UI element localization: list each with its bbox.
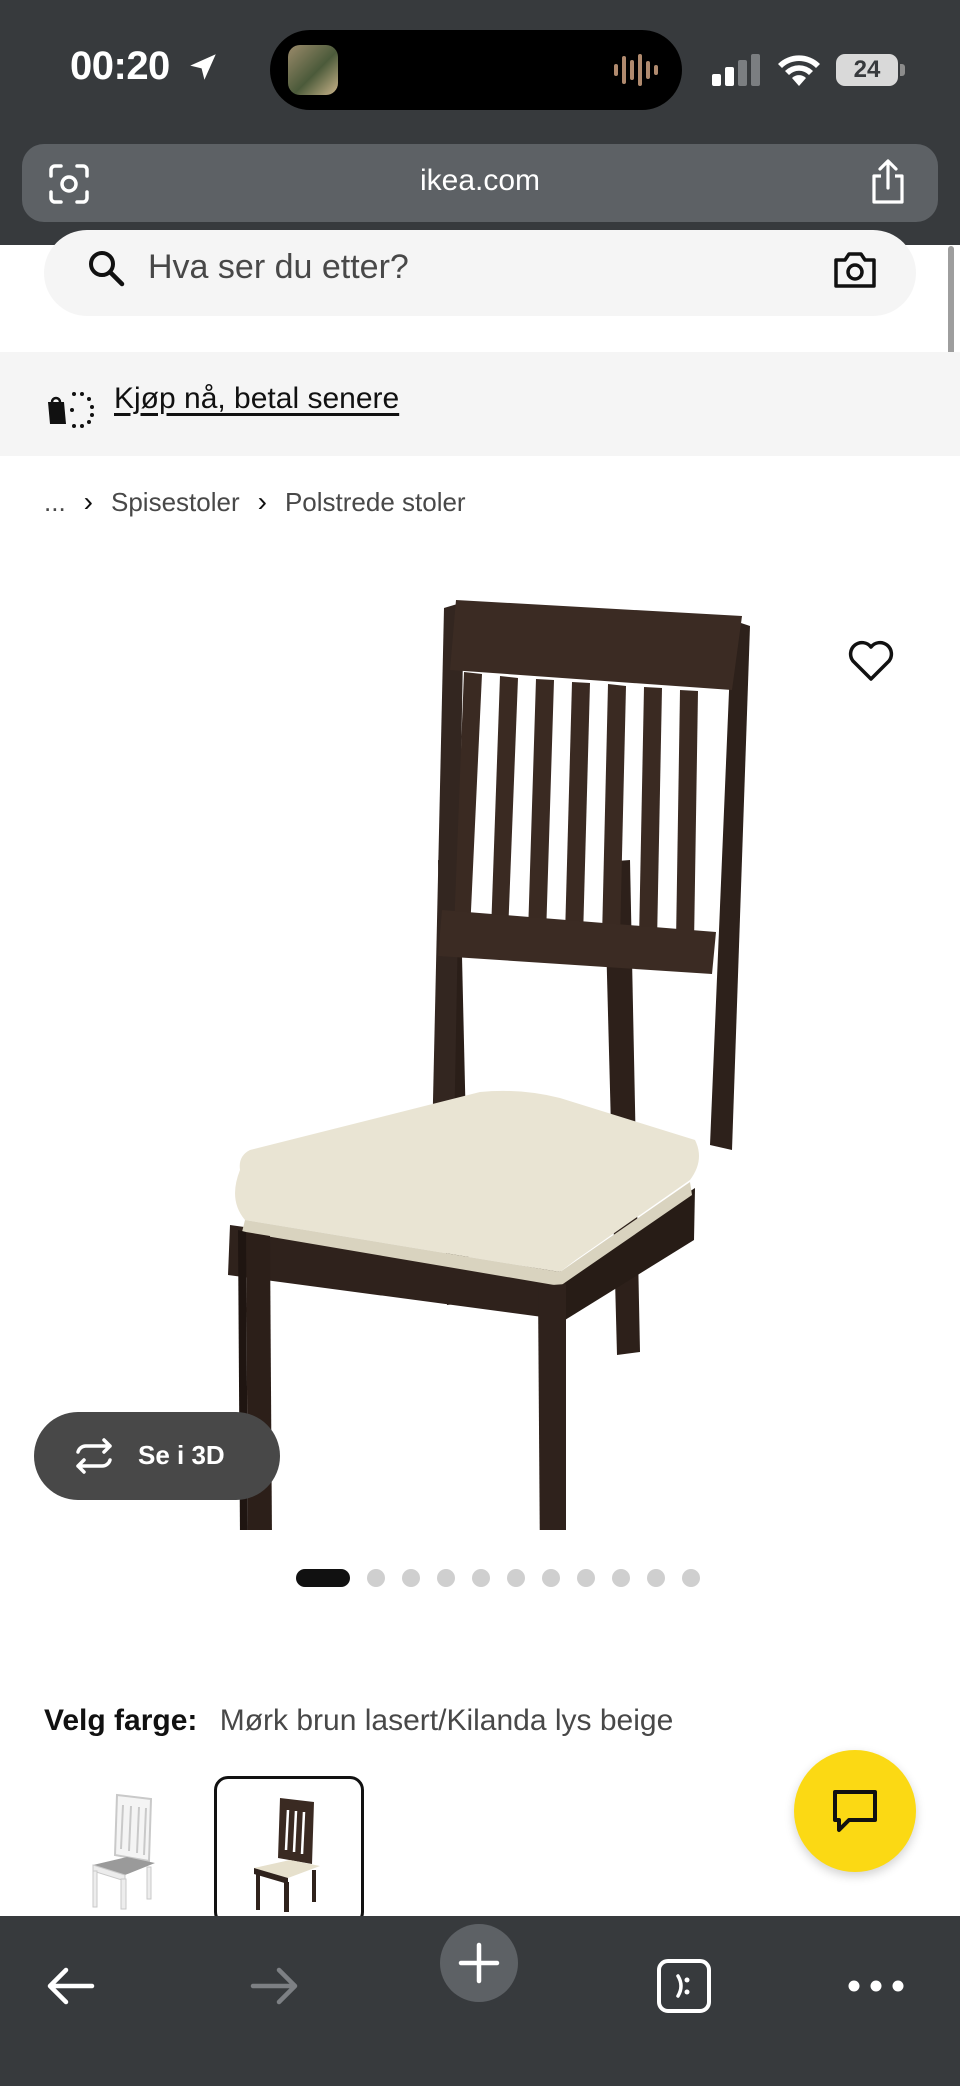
wifi-icon <box>778 55 820 86</box>
gallery-dot-active[interactable] <box>296 1569 350 1587</box>
gallery-dot[interactable] <box>542 1569 560 1587</box>
color-selector-label: Velg farge: Mørk brun lasert/Kilanda lys… <box>44 1704 673 1738</box>
selected-color-value: Mørk brun lasert/Kilanda lys beige <box>219 1704 674 1737</box>
signal-icon <box>712 54 760 86</box>
chevron-right-icon: › <box>257 486 267 517</box>
color-label: Velg farge: <box>44 1704 198 1737</box>
dynamic-island[interactable] <box>270 30 682 110</box>
audio-waveform-icon <box>614 54 658 86</box>
gallery-dot[interactable] <box>612 1569 630 1587</box>
gallery-dot[interactable] <box>367 1569 385 1587</box>
battery-level: 24 <box>836 54 898 86</box>
tabs-icon[interactable] <box>654 1956 714 2016</box>
now-playing-artwork <box>288 45 338 95</box>
product-image-chair[interactable] <box>120 560 840 1530</box>
chat-icon <box>833 1790 877 1832</box>
share-icon[interactable] <box>868 158 908 206</box>
breadcrumb-ellipsis[interactable]: ... <box>44 487 66 518</box>
top-browser-chrome: 00:20 24 ikea.com <box>0 0 960 245</box>
search-icon[interactable] <box>86 248 126 288</box>
heart-icon[interactable] <box>848 640 894 682</box>
breadcrumb-item-upholstered-chairs[interactable]: Polstrede stoler <box>285 487 466 518</box>
chair-thumbnail-dark-brown <box>254 1798 320 1912</box>
gallery-dot[interactable] <box>682 1569 700 1587</box>
chevron-right-icon: › <box>83 486 93 517</box>
pay-later-link[interactable]: Kjøp nå, betal senere <box>114 382 399 416</box>
search-input[interactable]: Hva ser du etter? <box>148 248 409 287</box>
pay-later-banner[interactable]: Kjøp nå, betal senere <box>0 352 960 456</box>
pay-later-icon <box>48 392 94 428</box>
more-icon[interactable] <box>846 1956 906 2016</box>
forward-arrow-icon[interactable] <box>245 1956 305 2016</box>
search-field[interactable]: Hva ser du etter? <box>44 230 916 316</box>
gallery-dot[interactable] <box>647 1569 665 1587</box>
gallery-pagination <box>296 1568 717 1588</box>
view-3d-label: Se i 3D <box>138 1440 225 1470</box>
breadcrumb-item-dining-chairs[interactable]: Spisestoler <box>111 487 240 518</box>
url-text[interactable]: ikea.com <box>22 164 938 198</box>
gallery-dot[interactable] <box>507 1569 525 1587</box>
color-option-dark-brown[interactable] <box>214 1776 364 1926</box>
battery-icon: 24 <box>836 54 906 86</box>
new-tab-plus-icon <box>458 1942 500 1984</box>
color-option-white[interactable] <box>54 1776 204 1926</box>
location-arrow-icon <box>190 54 216 80</box>
address-bar[interactable]: ikea.com <box>22 144 938 222</box>
camera-icon[interactable] <box>832 250 878 290</box>
status-time: 00:20 <box>70 44 170 88</box>
gallery-dot[interactable] <box>472 1569 490 1587</box>
new-tab-button[interactable] <box>440 1924 518 2002</box>
gallery-dot[interactable] <box>437 1569 455 1587</box>
view-3d-button[interactable]: Se i 3D <box>34 1412 280 1500</box>
chat-button[interactable] <box>794 1750 916 1872</box>
back-arrow-icon[interactable] <box>40 1956 100 2016</box>
gallery-dot[interactable] <box>577 1569 595 1587</box>
browser-toolbar <box>0 1916 960 2086</box>
breadcrumb: ... › Spisestoler › Polstrede stoler <box>44 486 466 518</box>
rotate-3d-icon <box>76 1438 112 1474</box>
gallery-dot[interactable] <box>402 1569 420 1587</box>
chair-thumbnail-white <box>92 1793 155 1910</box>
